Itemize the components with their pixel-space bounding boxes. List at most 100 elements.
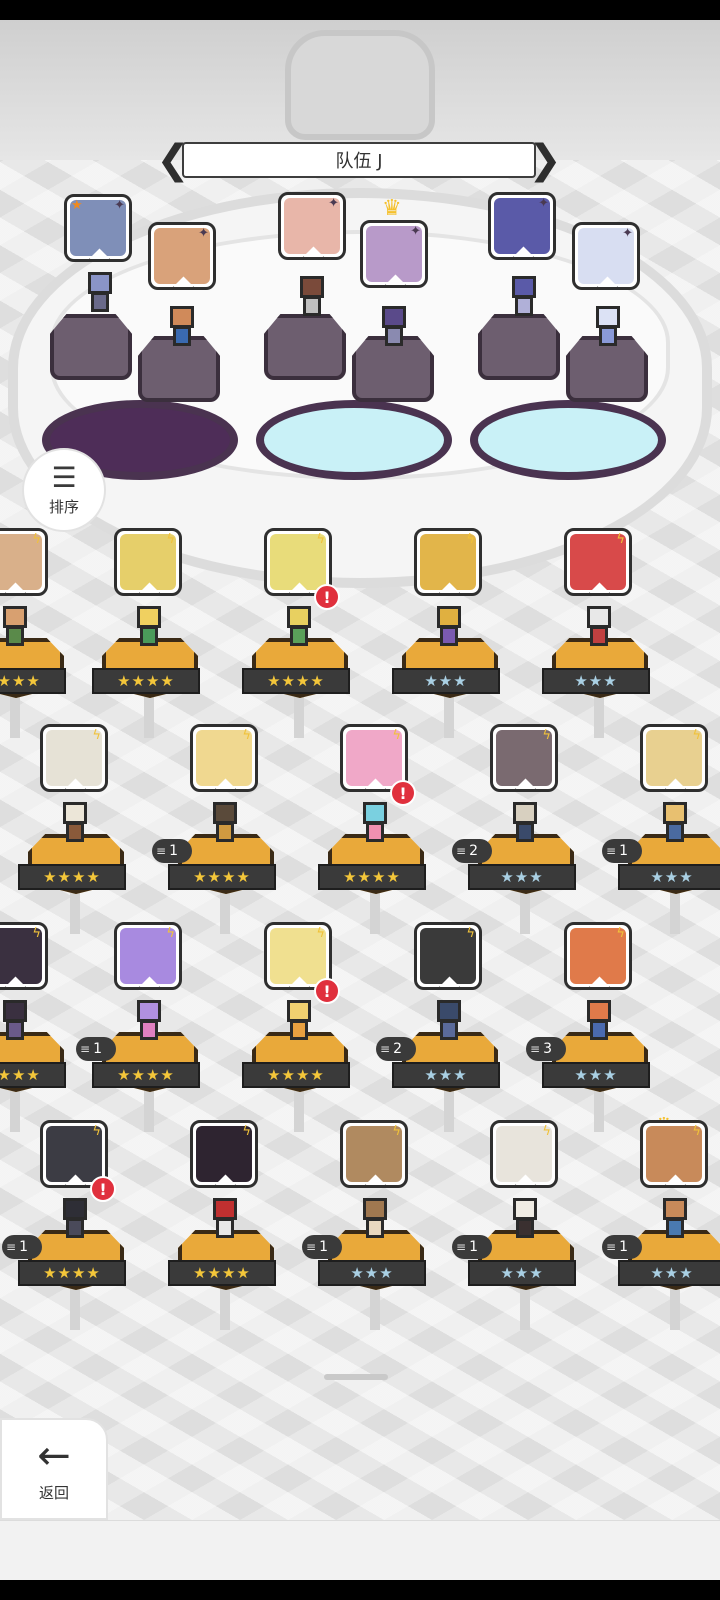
hero-card[interactable]: ϟ ★★★ (384, 528, 514, 738)
level-badge: ≡ 1 (302, 1235, 342, 1259)
alert-icon: ! (90, 1176, 116, 1202)
layers-icon: ≡ (306, 1240, 317, 1254)
star-rank: ★★★ (618, 1260, 720, 1286)
class-icon: ✦ (410, 224, 421, 239)
hero-card[interactable]: ϟ ! ≡ 1 ★★★★ (2, 1120, 140, 1330)
hero-card[interactable]: ϟ ≡ 3 ★★★ (526, 922, 664, 1132)
team-slot-2[interactable] (256, 310, 452, 480)
pedestal-block (264, 314, 346, 380)
team-hero-portrait[interactable]: ✦ (278, 192, 346, 260)
layers-icon: ≡ (606, 844, 617, 858)
level-badge: ≡ 1 (602, 839, 642, 863)
star-rank: ★★★★ (168, 864, 276, 890)
team-hero-portrait[interactable]: ✦ (148, 222, 216, 290)
star-rank: ★★★ (618, 864, 720, 890)
level-badge: ≡ 1 (76, 1037, 116, 1061)
hero-sprite (376, 306, 412, 350)
layers-icon: ≡ (156, 844, 167, 858)
team-hero-portrait[interactable]: ✦ (572, 222, 640, 290)
hero-card[interactable]: ϟ ≡ 2 ★★★ (376, 922, 514, 1132)
hero-portrait: ϟ (640, 724, 708, 792)
hero-sprite (0, 606, 33, 650)
hero-portrait: ϟ (414, 528, 482, 596)
hero-portrait: ϟ (190, 1120, 258, 1188)
hero-sprite (294, 276, 330, 320)
lightning-icon: ϟ (616, 926, 625, 941)
layers-icon: ≡ (380, 1042, 391, 1056)
hero-sprite (57, 802, 93, 846)
hero-card[interactable]: ϟ ≡ 2 ★★★ (452, 724, 590, 934)
hero-card[interactable]: ϟ ! ★★★★ (310, 724, 440, 934)
layers-icon: ≡ (6, 1240, 17, 1254)
next-team-button[interactable]: ❯ (528, 138, 562, 182)
hero-portrait: ϟ (190, 724, 258, 792)
hero-portrait: ϟ (490, 1120, 558, 1188)
star-rank: ★★★ (392, 1062, 500, 1088)
hero-card[interactable]: ϟ ≡ 1 ★★★ (602, 1120, 720, 1330)
lightning-icon: ϟ (92, 728, 101, 743)
hero-sprite (431, 606, 467, 650)
sort-icon: ☰ (51, 460, 77, 494)
hero-card[interactable]: ϟ ≡ 1 ★★★ (302, 1120, 440, 1330)
lightning-icon: ϟ (242, 728, 251, 743)
pedestal-block (478, 314, 560, 380)
hero-sprite (657, 1198, 693, 1242)
layers-icon: ≡ (456, 1240, 467, 1254)
team-hero-portrait[interactable]: ✦ (360, 220, 428, 288)
level-badge: ≡ 1 (152, 839, 192, 863)
star-rank: ★★★ (468, 1260, 576, 1286)
hero-portrait: ϟ (640, 1120, 708, 1188)
hero-card[interactable]: ϟ ★★★ (534, 528, 664, 738)
hero-portrait: ϟ (40, 724, 108, 792)
hero-sprite (281, 1000, 317, 1044)
team-hero-portrait[interactable]: ★ ✦ (64, 194, 132, 262)
hero-card[interactable]: ϟ ≡ 1 ★★★★ (76, 922, 214, 1132)
class-icon: ✦ (622, 226, 633, 241)
hero-card[interactable]: ϟ ★★★★ (84, 528, 214, 738)
lightning-icon: ϟ (316, 532, 325, 547)
hero-sprite (207, 802, 243, 846)
star-rank: ★★★ (468, 864, 576, 890)
hero-sprite (507, 802, 543, 846)
hero-card[interactable]: ϟ ! ★★★★ (234, 528, 364, 738)
team-slot-3[interactable] (470, 310, 666, 480)
hero-sprite (507, 1198, 543, 1242)
team-slot-1[interactable] (42, 310, 238, 480)
chevron-right-icon: ❯ (528, 137, 562, 183)
class-icon: ✦ (114, 198, 125, 213)
team-hero-portrait[interactable]: ✦ (488, 192, 556, 260)
level-badge: ≡ 2 (376, 1037, 416, 1061)
hero-card[interactable]: ϟ ★★★★ (0, 528, 80, 738)
hero-card[interactable]: ϟ ★★★★ (160, 1120, 290, 1330)
lightning-icon: ϟ (542, 1124, 551, 1139)
layers-icon: ≡ (456, 844, 467, 858)
class-icon: ✦ (328, 196, 339, 211)
lightning-icon: ϟ (466, 532, 475, 547)
hero-card[interactable]: ϟ ★★★★ (0, 922, 80, 1132)
hero-sprite (506, 276, 542, 320)
star-rank: ★★★ (392, 668, 500, 694)
status-bar (0, 0, 720, 20)
star-rank: ★★★★ (18, 864, 126, 890)
backdrop-emblem (285, 30, 435, 140)
hero-card[interactable]: ϟ ★★★★ (10, 724, 140, 934)
hero-sprite (0, 1000, 33, 1044)
leader-crown-icon: ♛ (382, 196, 402, 221)
hero-card[interactable]: ϟ ! ★★★★ (234, 922, 364, 1132)
hero-sprite (581, 606, 617, 650)
lightning-icon: ϟ (392, 728, 401, 743)
lightning-icon: ϟ (166, 926, 175, 941)
level-badge: ≡ 1 (602, 1235, 642, 1259)
hero-portrait: ϟ (340, 1120, 408, 1188)
hero-portrait: ϟ (564, 528, 632, 596)
sort-button[interactable]: ☰ 排序 (22, 448, 106, 532)
back-button[interactable]: ← 返回 (0, 1418, 108, 1520)
level-badge: ≡ 3 (526, 1037, 566, 1061)
hero-sprite (431, 1000, 467, 1044)
hero-card[interactable]: ϟ ≡ 1 ★★★ (452, 1120, 590, 1330)
lightning-icon: ϟ (692, 1124, 701, 1139)
star-rank: ★★★★ (242, 668, 350, 694)
hero-card[interactable]: ϟ ≡ 1 ★★★★ (152, 724, 290, 934)
hero-card[interactable]: ϟ ≡ 1 ★★★ (602, 724, 720, 934)
hero-sprite (657, 802, 693, 846)
